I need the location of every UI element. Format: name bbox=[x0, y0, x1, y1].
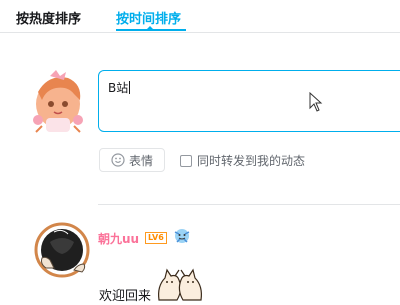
comment-divider bbox=[98, 204, 400, 205]
repost-checkbox[interactable] bbox=[180, 154, 192, 167]
comment-text: 欢迎回来 bbox=[99, 289, 152, 304]
reply-textarea[interactable]: B站 bbox=[98, 70, 400, 132]
emoji-button-label: 表情 bbox=[129, 153, 154, 168]
emoji-button[interactable]: 表情 bbox=[99, 148, 165, 172]
active-tab-caret bbox=[146, 26, 154, 30]
fan-medal-icon bbox=[174, 229, 190, 243]
tab-sort-by-hot[interactable]: 按热度排序 bbox=[16, 8, 81, 27]
reply-input-value: B站 bbox=[108, 81, 131, 95]
sort-tabs: 按热度排序 按时间排序 bbox=[0, 0, 400, 33]
tab-sort-by-time[interactable]: 按时间排序 bbox=[116, 8, 181, 27]
repost-toggle[interactable]: 同时转发到我的动态 bbox=[180, 152, 305, 169]
my-avatar[interactable] bbox=[28, 70, 88, 136]
user-avatar[interactable] bbox=[34, 222, 90, 278]
level-badge: LV6 bbox=[145, 232, 167, 244]
comment-username[interactable]: 朝九uu bbox=[98, 230, 139, 247]
clapping-cats-sticker-icon bbox=[158, 268, 202, 301]
repost-label: 同时转发到我的动态 bbox=[197, 154, 306, 168]
smile-face-icon bbox=[111, 153, 125, 167]
mouse-pointer-icon bbox=[309, 92, 323, 112]
